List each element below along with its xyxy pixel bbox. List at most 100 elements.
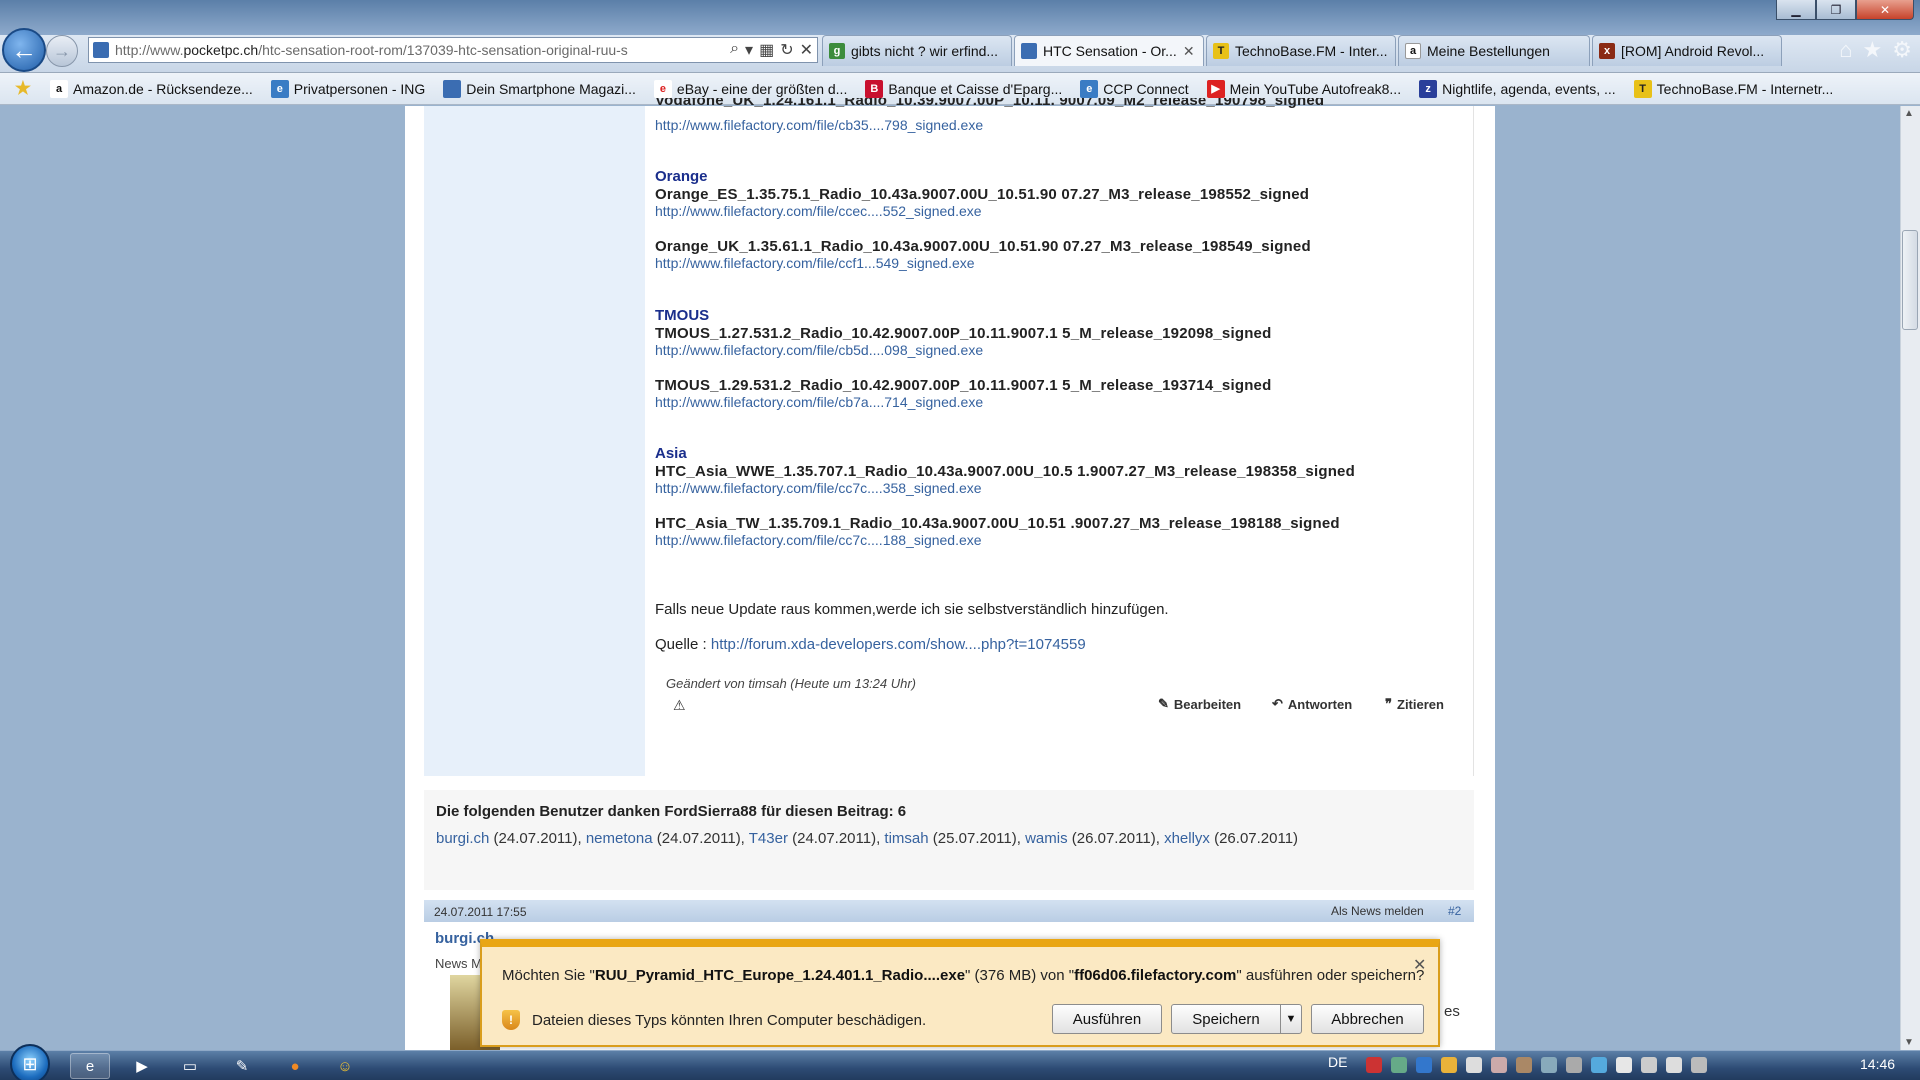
- orange-uk-file-link[interactable]: http://www.filefactory.com/file/ccf1...5…: [655, 255, 975, 271]
- messenger-icon[interactable]: ☺: [325, 1053, 365, 1079]
- minimize-button[interactable]: ▁: [1776, 0, 1816, 20]
- search-icon[interactable]: ⌕: [730, 40, 739, 60]
- cancel-button[interactable]: Abbrechen: [1311, 1004, 1424, 1034]
- thanks-date: (24.07.2011),: [656, 830, 745, 847]
- quote-button[interactable]: ❞ Zitieren: [1385, 696, 1444, 712]
- tray-app-icon[interactable]: [1616, 1057, 1632, 1073]
- tab-gibts[interactable]: g gibts nicht ? wir erfind...: [822, 35, 1012, 66]
- tab-label: HTC Sensation - Or...: [1043, 43, 1177, 59]
- ie-taskbar-icon[interactable]: e: [70, 1053, 110, 1079]
- tmous-1-file-link[interactable]: http://www.filefactory.com/file/cb5d....…: [655, 342, 983, 358]
- thanks-user-link[interactable]: T43er: [749, 830, 788, 847]
- dropdown-icon[interactable]: ▾: [745, 40, 753, 60]
- favorite-ccp[interactable]: e CCP Connect: [1080, 79, 1189, 98]
- tab-technobase[interactable]: T TechnoBase.FM - Inter...: [1206, 35, 1396, 66]
- thanks-user-link[interactable]: timsah: [884, 830, 928, 847]
- region-orange: Orange: [655, 168, 708, 185]
- asia-tw-file-link[interactable]: http://www.filefactory.com/file/cc7c....…: [655, 532, 982, 548]
- tray-app-icon[interactable]: [1516, 1057, 1532, 1073]
- window-controls: ▁ ❐ ✕: [1776, 0, 1914, 22]
- tab-android-revolution[interactable]: x [ROM] Android Revol...: [1592, 35, 1782, 66]
- close-tab-icon[interactable]: ✕: [1183, 43, 1195, 60]
- taskbar-clock[interactable]: 14:46: [1860, 1056, 1895, 1072]
- add-favorites-star-icon[interactable]: ★: [14, 78, 32, 98]
- report-post-icon[interactable]: ⚠: [673, 697, 686, 714]
- favorite-nightlife[interactable]: z Nightlife, agenda, events, ...: [1419, 79, 1616, 98]
- stop-icon[interactable]: ✕: [800, 40, 813, 60]
- volume-icon[interactable]: [1666, 1057, 1682, 1073]
- thanks-user-link[interactable]: burgi.ch: [436, 830, 489, 847]
- maximize-button[interactable]: ❐: [1816, 0, 1856, 20]
- start-button[interactable]: ⊞: [10, 1044, 50, 1080]
- scrollbar-thumb[interactable]: [1902, 230, 1918, 330]
- ebay-icon: e: [653, 79, 672, 98]
- compatibility-icon[interactable]: ▦: [759, 40, 774, 60]
- favorite-technobase[interactable]: T TechnoBase.FM - Internetr...: [1633, 79, 1833, 98]
- network-icon[interactable]: [1641, 1057, 1657, 1073]
- thanks-user-link[interactable]: nemetona: [586, 830, 653, 847]
- browser-toolbar-icons: ⌂ ★ ⚙: [1839, 37, 1912, 63]
- edit-button[interactable]: ✎ Bearbeiten: [1158, 696, 1241, 712]
- tmous-2-file-link[interactable]: http://www.filefactory.com/file/cb7a....…: [655, 394, 983, 410]
- favorite-youtube[interactable]: ▶ Mein YouTube Autofreak8...: [1206, 79, 1401, 98]
- tray-app-icon[interactable]: [1441, 1057, 1457, 1073]
- input-language[interactable]: DE: [1328, 1054, 1347, 1070]
- tab-label: [ROM] Android Revol...: [1621, 43, 1765, 59]
- thanks-user-link[interactable]: xhellyx: [1164, 830, 1210, 847]
- scroll-down-icon[interactable]: ▼: [1904, 1037, 1914, 1048]
- favorite-banque[interactable]: B Banque et Caisse d'Eparg...: [865, 79, 1062, 98]
- zap-icon: z: [1419, 79, 1438, 98]
- favorite-smartphone[interactable]: Dein Smartphone Magazi...: [443, 79, 636, 98]
- close-window-button[interactable]: ✕: [1856, 0, 1914, 20]
- favorite-ing[interactable]: e Privatpersonen - ING: [270, 79, 425, 98]
- address-bar[interactable]: http://www. pocketpc.ch/htc-sensation-roo…: [88, 37, 818, 63]
- tmous-2-file-name: TMOUS_1.29.531.2_Radio_10.42.9007.00P_10…: [655, 377, 1272, 394]
- download-message: Möchten Sie "RUU_Pyramid_HTC_Europe_1.24…: [502, 967, 1424, 984]
- update-note: Falls neue Update raus kommen,werde ich …: [655, 601, 1169, 618]
- thanks-title: Die folgenden Benutzer danken FordSierra…: [436, 803, 907, 820]
- scroll-up-icon[interactable]: ▲: [1904, 108, 1914, 119]
- report-news-link[interactable]: Als News melden: [1331, 904, 1424, 918]
- tray-app-icon[interactable]: [1366, 1057, 1382, 1073]
- xda-icon: x: [1599, 43, 1615, 59]
- favorite-ebay[interactable]: e eBay - eine der größten d...: [653, 79, 847, 98]
- tray-app-icon[interactable]: [1541, 1057, 1557, 1073]
- region-asia: Asia: [655, 445, 687, 462]
- back-button[interactable]: ←: [2, 28, 46, 72]
- gear-icon[interactable]: ⚙: [1892, 37, 1912, 63]
- run-button[interactable]: Ausführen: [1052, 1004, 1162, 1034]
- save-button[interactable]: Speichern: [1171, 1004, 1281, 1034]
- battery-icon[interactable]: [1691, 1057, 1707, 1073]
- amazon-icon: a: [50, 79, 68, 98]
- site-favicon-icon: [1021, 43, 1037, 59]
- tab-bestellungen[interactable]: a Meine Bestellungen: [1398, 35, 1590, 66]
- tray-app-icon[interactable]: [1591, 1057, 1607, 1073]
- forward-button[interactable]: →: [46, 35, 78, 67]
- tray-app-icon[interactable]: [1391, 1057, 1407, 1073]
- refresh-icon[interactable]: ↻: [780, 40, 793, 60]
- favorite-amazon[interactable]: a Amazon.de - Rücksendeze...: [50, 79, 253, 98]
- favorites-star-icon[interactable]: ★: [1863, 37, 1883, 63]
- url-prefix: http://www.: [115, 42, 184, 58]
- app-taskbar-icon[interactable]: ✎: [222, 1053, 262, 1079]
- explorer-folder-icon[interactable]: ▭: [170, 1053, 210, 1079]
- reply-button[interactable]: ↶ Antworten: [1272, 696, 1352, 712]
- orange-es-file-link[interactable]: http://www.filefactory.com/file/ccec....…: [655, 203, 982, 219]
- post-user-column: [424, 106, 645, 776]
- post-2-header: 24.07.2011 17:55 Als News melden #2: [424, 900, 1474, 922]
- flag-icon[interactable]: [1491, 1057, 1507, 1073]
- post-number-link[interactable]: #2: [1448, 904, 1461, 918]
- source-link[interactable]: http://forum.xda-developers.com/show....…: [711, 636, 1086, 653]
- save-options-dropdown-icon[interactable]: ▼: [1280, 1004, 1302, 1034]
- pencil-icon: ✎: [1158, 696, 1169, 711]
- thanks-user-link[interactable]: wamis: [1025, 830, 1068, 847]
- bluetooth-icon[interactable]: [1416, 1057, 1432, 1073]
- tray-app-icon[interactable]: [1466, 1057, 1482, 1073]
- media-player-icon[interactable]: ▶: [122, 1053, 162, 1079]
- vodafone-file-link[interactable]: http://www.filefactory.com/file/cb35....…: [655, 117, 983, 133]
- tab-htc-sensation[interactable]: HTC Sensation - Or... ✕: [1014, 35, 1204, 66]
- tray-app-icon[interactable]: [1566, 1057, 1582, 1073]
- asia-wwe-file-link[interactable]: http://www.filefactory.com/file/cc7c....…: [655, 480, 982, 496]
- firefox-icon[interactable]: ●: [275, 1053, 315, 1079]
- home-icon[interactable]: ⌂: [1839, 37, 1852, 63]
